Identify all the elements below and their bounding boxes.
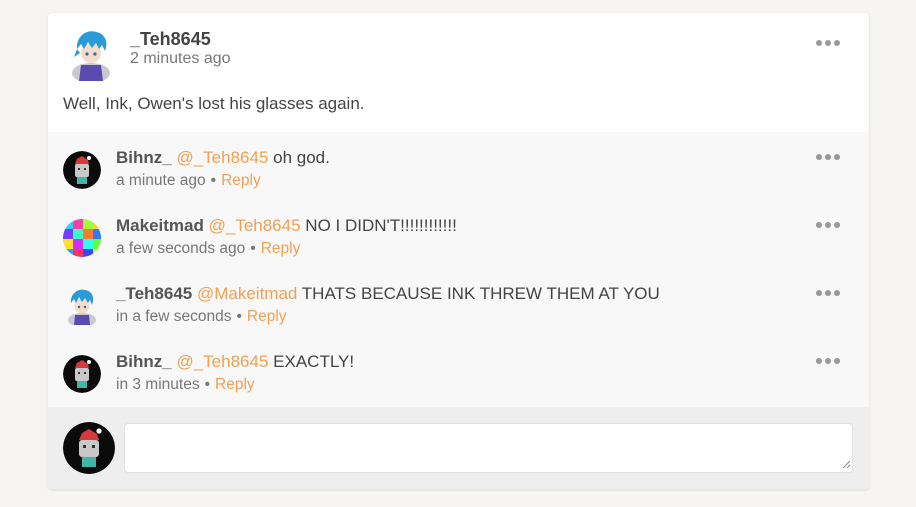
- more-options-icon[interactable]: [815, 358, 841, 366]
- reply-avatar[interactable]: [63, 355, 101, 393]
- comment-card: _Teh8645 2 minutes ago Well, Ink, Owen's…: [48, 13, 869, 489]
- reply-timestamp: in 3 minutes: [116, 376, 200, 393]
- reply-mention[interactable]: @_Teh8645: [176, 148, 268, 167]
- reply-item: Bihnz_ @_Teh8645 EXACTLY! in 3 minutes • R…: [48, 336, 869, 404]
- reply-text: oh god.: [268, 148, 330, 167]
- reply-item: Bihnz_ @_Teh8645 oh god. a minute ago • Re…: [48, 132, 869, 200]
- resize-handle-icon[interactable]: [842, 460, 851, 469]
- reply-meta: a minute ago • Reply: [116, 172, 261, 190]
- meta-separator: •: [236, 308, 242, 325]
- reply-button[interactable]: Reply: [221, 172, 261, 189]
- reply-author-name[interactable]: Makeitmad: [116, 216, 204, 235]
- reply-timestamp: in a few seconds: [116, 308, 232, 325]
- reply-content: _Teh8645 @Makeitmad THATS BECAUSE INK TH…: [116, 284, 660, 304]
- post-timestamp: 2 minutes ago: [130, 50, 231, 67]
- reply-list: Bihnz_ @_Teh8645 oh god. a minute ago • Re…: [48, 132, 869, 407]
- reply-button[interactable]: Reply: [247, 308, 287, 325]
- reply-item: Makeitmad @_Teh8645 NO I DIDN'T!!!!!!!!!…: [48, 200, 869, 268]
- reply-content: Bihnz_ @_Teh8645 EXACTLY!: [116, 352, 354, 372]
- meta-separator: •: [204, 376, 211, 393]
- reply-text: NO I DIDN'T!!!!!!!!!!!!: [305, 216, 457, 235]
- more-options-icon[interactable]: [815, 222, 841, 230]
- more-options-icon[interactable]: [815, 154, 841, 162]
- reply-timestamp: a minute ago: [116, 172, 206, 189]
- meta-separator: •: [250, 240, 256, 257]
- reply-avatar[interactable]: [63, 151, 101, 189]
- reply-mention[interactable]: @Makeitmad: [197, 284, 297, 303]
- reply-avatar[interactable]: [63, 219, 101, 257]
- reply-content: Makeitmad @_Teh8645 NO I DIDN'T!!!!!!!!!…: [116, 216, 457, 236]
- current-user-avatar: [63, 422, 115, 474]
- reply-text: EXACTLY!: [273, 352, 355, 371]
- reply-input[interactable]: [124, 423, 853, 473]
- more-options-icon[interactable]: [815, 290, 841, 298]
- meta-separator: •: [210, 172, 217, 189]
- reply-author-name[interactable]: _Teh8645: [116, 284, 192, 303]
- reply-content: Bihnz_ @_Teh8645 oh god.: [116, 148, 330, 168]
- reply-meta: in 3 minutes • Reply: [116, 376, 255, 394]
- reply-meta: a few seconds ago • Reply: [116, 240, 300, 258]
- reply-text: THATS BECAUSE INK THREW THEM AT YOU: [301, 284, 660, 303]
- reply-author-name[interactable]: Bihnz_: [116, 148, 172, 167]
- post: _Teh8645 2 minutes ago Well, Ink, Owen's…: [48, 13, 869, 133]
- reply-button[interactable]: Reply: [215, 376, 255, 393]
- reply-mention[interactable]: @_Teh8645: [209, 216, 301, 235]
- reply-button[interactable]: Reply: [261, 240, 301, 257]
- reply-composer: [48, 407, 869, 489]
- reply-mention[interactable]: @_Teh8645: [176, 352, 268, 371]
- reply-avatar[interactable]: [63, 287, 101, 325]
- more-options-icon[interactable]: [815, 40, 841, 48]
- reply-author-name[interactable]: Bihnz_: [116, 352, 172, 371]
- reply-timestamp: a few seconds ago: [116, 240, 246, 257]
- reply-item: _Teh8645 @Makeitmad THATS BECAUSE INK TH…: [48, 268, 869, 336]
- post-author-avatar[interactable]: [66, 27, 116, 83]
- reply-meta: in a few seconds • Reply: [116, 308, 287, 326]
- post-body: Well, Ink, Owen's lost his glasses again…: [63, 94, 365, 113]
- post-author-name[interactable]: _Teh8645: [130, 29, 211, 50]
